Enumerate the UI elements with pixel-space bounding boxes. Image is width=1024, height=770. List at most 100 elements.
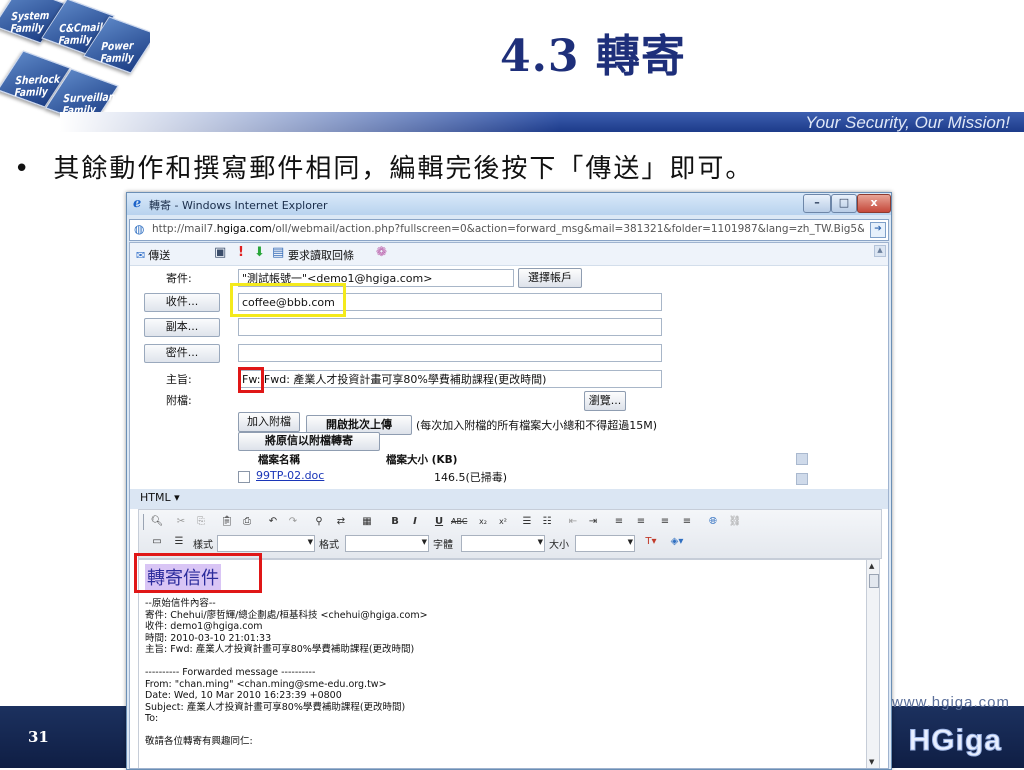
attach-label: 附檔: [166, 394, 192, 407]
align-right-icon[interactable]: ≡ [657, 514, 673, 530]
special-char-icon[interactable]: ☰ [171, 534, 187, 550]
toolbar-separator [143, 514, 144, 530]
subscript-icon[interactable]: x₂ [475, 514, 491, 530]
preview-icon[interactable]: 🔍︎ [149, 514, 165, 530]
ie-logo-icon: ℯ [133, 196, 142, 211]
quoted-line: --原始信件內容-- [145, 598, 216, 609]
editor-mode-select[interactable]: HTML ▾ [140, 491, 194, 506]
quoted-line: 寄件: Chehui/廖哲輝/總企劃處/桓基科技 <chehui@hgiga.c… [145, 609, 428, 621]
horizontal-rule-icon[interactable]: ▭ [149, 534, 165, 550]
text-color-icon[interactable]: T▾ [643, 534, 659, 550]
strikethrough-icon[interactable]: ABC [451, 514, 467, 530]
spellcheck-icon[interactable]: ❁ [376, 245, 387, 260]
cut-icon[interactable]: ✂ [173, 514, 189, 530]
bcc-field[interactable] [238, 344, 662, 362]
highlight-forward-heading [134, 553, 262, 593]
website-url: www.hgiga.com [891, 694, 1010, 711]
numbered-list-icon[interactable]: ☰ [519, 514, 535, 530]
send-icon: ✉ [136, 249, 146, 262]
ie-window: ℯ 轉寄 - Windows Internet Explorer – □ x ◍… [126, 192, 892, 770]
save-draft-icon[interactable]: ▣ [214, 245, 226, 260]
editor-mode-value: HTML [140, 491, 171, 504]
address-text[interactable]: http://mail7.hgiga.com/oll/webmail/actio… [152, 223, 864, 235]
format-combo-label: 格式 [319, 540, 339, 551]
cc-button[interactable]: 副本... [144, 318, 220, 337]
subject-field[interactable]: Fw: Fwd: 產業人才投資計畫可享80%學費補助課程(更改時間) [238, 370, 662, 388]
choose-account-button[interactable]: 選擇帳戶 [518, 268, 582, 288]
table-icon[interactable]: ▦ [359, 514, 375, 530]
brand-logo: HGiga [908, 724, 1002, 758]
scroll-up-icon[interactable]: ▲ [874, 245, 886, 257]
scroll-up-icon[interactable]: ▲ [869, 562, 874, 570]
attachment-checkbox[interactable] [238, 471, 250, 483]
redo-icon[interactable]: ↷ [285, 514, 301, 530]
quoted-line: 敬請各位轉寄有興趣同仁: [145, 736, 253, 747]
find-icon[interactable]: ⚲ [311, 514, 327, 530]
font-combo[interactable]: ▼ [461, 535, 545, 552]
go-icon[interactable]: ➔ [870, 222, 886, 238]
undo-icon[interactable]: ↶ [265, 514, 281, 530]
attachment-size: 146.5(已掃毒) [434, 471, 508, 484]
replace-icon[interactable]: ⇄ [333, 514, 349, 530]
paste-icon[interactable]: 📋︎ [219, 514, 235, 530]
attachment-link[interactable]: 99TP-02.doc [256, 469, 324, 482]
scroll-thumb[interactable] [869, 574, 879, 588]
indent-icon[interactable]: ⇥ [585, 514, 601, 530]
bullet-dot: • [14, 154, 32, 184]
editor-mode-bar: HTML ▾ [130, 489, 888, 509]
forward-as-attachment-button[interactable]: 將原信以附檔轉寄 [238, 432, 380, 451]
copy-icon[interactable]: ⎘ [193, 514, 209, 530]
outdent-icon[interactable]: ⇤ [565, 514, 581, 530]
page-icon: ◍ [134, 222, 145, 236]
window-titlebar[interactable]: ℯ 轉寄 - Windows Internet Explorer – □ x [127, 193, 891, 215]
chevron-down-icon: ▼ [421, 538, 427, 546]
low-priority-icon[interactable]: ⬇ [254, 245, 265, 260]
editor-scrollbar[interactable]: ▲ ▼ [866, 559, 880, 768]
quoted-line: ---------- Forwarded message ---------- [145, 667, 316, 678]
address-prefix: http://mail7. [152, 223, 217, 235]
background-color-icon[interactable]: ◈▾ [669, 534, 685, 550]
maximize-button[interactable]: □ [831, 194, 857, 213]
quoted-line: 收件: demo1@hgiga.com [145, 621, 263, 632]
quoted-line: 時間: 2010-03-10 21:01:33 [145, 632, 272, 644]
minimize-button[interactable]: – [803, 194, 831, 213]
read-receipt-button[interactable]: 要求讀取回條 [288, 247, 354, 263]
style-combo[interactable]: ▼ [217, 535, 315, 552]
bold-icon[interactable]: B [387, 514, 403, 530]
attach-collapse-icon[interactable] [796, 453, 808, 465]
size-combo-label: 大小 [549, 540, 569, 551]
close-button[interactable]: x [857, 194, 891, 213]
high-priority-icon[interactable]: ! [238, 245, 244, 260]
quoted-line: 主旨: Fwd: 產業人才投資計畫可享80%學費補助課程(更改時間) [145, 644, 415, 655]
italic-icon[interactable]: I [407, 514, 423, 530]
bullet-list-icon[interactable]: ☷ [539, 514, 555, 530]
send-button[interactable]: ✉ 傳送 [136, 247, 170, 263]
align-left-icon[interactable]: ≡ [611, 514, 627, 530]
window-title: 轉寄 - Windows Internet Explorer [149, 199, 328, 212]
quoted-line [145, 656, 428, 668]
format-combo[interactable]: ▼ [345, 535, 429, 552]
browse-button[interactable]: 瀏覽... [584, 391, 626, 411]
underline-icon[interactable]: U [431, 514, 447, 530]
add-attachment-button[interactable]: 加入附檔 [238, 412, 300, 432]
bcc-button[interactable]: 密件... [144, 344, 220, 363]
chevron-down-icon: ▼ [307, 538, 313, 546]
print-icon[interactable]: ⎙ [239, 514, 255, 530]
link-icon[interactable]: 🌐︎ [705, 514, 721, 530]
attach-scroll-icon[interactable] [796, 473, 808, 485]
align-justify-icon[interactable]: ≡ [679, 514, 695, 530]
unlink-icon[interactable]: ⛓ [727, 514, 743, 530]
scroll-down-icon[interactable]: ▼ [869, 758, 874, 766]
cc-field[interactable] [238, 318, 662, 336]
quoted-line [145, 725, 428, 737]
send-label: 傳送 [148, 249, 171, 262]
highlight-fw-prefix [238, 367, 264, 393]
slide-header: System Family C&Cmail Family Power Famil… [0, 0, 1024, 132]
align-center-icon[interactable]: ≡ [633, 514, 649, 530]
to-button[interactable]: 收件... [144, 293, 220, 312]
address-bar[interactable]: ◍ http://mail7.hgiga.com/oll/webmail/act… [129, 219, 889, 241]
superscript-icon[interactable]: x² [495, 514, 511, 530]
bullet-text: • 其餘動作和撰寫郵件相同，編輯完後按下「傳送」即可。 [14, 148, 753, 185]
size-combo[interactable]: ▼ [575, 535, 635, 552]
sender-label: 寄件: [166, 272, 192, 285]
